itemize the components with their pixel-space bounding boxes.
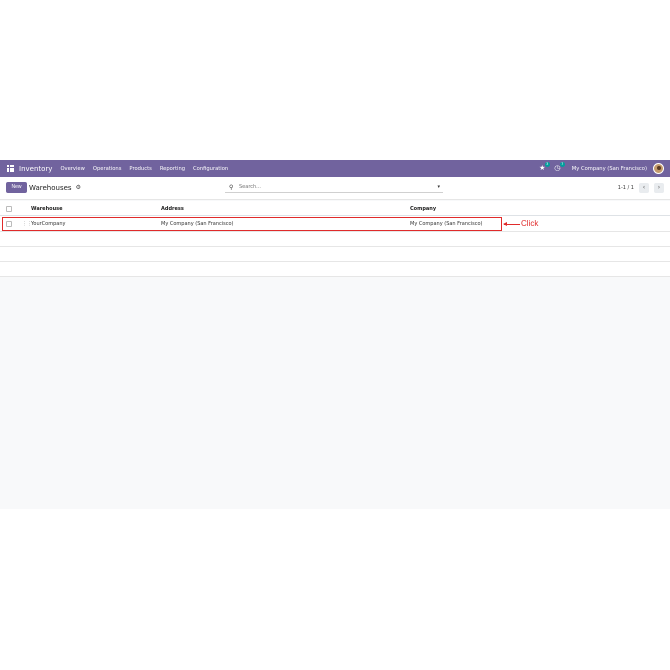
empty-row	[0, 247, 670, 262]
activity-clock-icon[interactable]: ◷ 7	[553, 162, 565, 173]
menu-reporting[interactable]: Reporting	[160, 166, 185, 172]
cell-address[interactable]: My Company (San Francisco)	[161, 221, 234, 227]
pager: 1-1 / 1 ‹ ›	[618, 182, 664, 193]
top-navbar: Inventory Overview Operations Products R…	[0, 160, 670, 177]
pager-next-icon[interactable]: ›	[654, 182, 664, 193]
user-avatar[interactable]	[653, 163, 664, 174]
menu-configuration[interactable]: Configuration	[193, 166, 228, 172]
pager-value[interactable]: 1-1 / 1	[618, 185, 634, 191]
cell-warehouse[interactable]: YourCompany	[31, 221, 65, 227]
empty-row	[0, 262, 670, 277]
apps-menu-icon[interactable]	[7, 165, 14, 172]
app-window: Inventory Overview Operations Products R…	[0, 160, 670, 509]
page-title: Warehouses	[29, 183, 72, 192]
navbar-systray: ★ 3 ◷ 7 My Company (San Francisco)	[538, 160, 664, 177]
empty-row	[0, 232, 670, 247]
gear-icon[interactable]: ⚙	[76, 184, 81, 191]
search-bar: ⚲ ▾	[225, 182, 443, 193]
warehouse-list: Warehouse Address Company ⋮⋮ YourCompany…	[0, 201, 670, 277]
cell-company[interactable]: My Company (San Francisco)	[410, 221, 483, 227]
company-switcher[interactable]: My Company (San Francisco)	[572, 166, 647, 172]
table-row[interactable]: ⋮⋮ YourCompany My Company (San Francisco…	[0, 216, 670, 232]
column-header-warehouse[interactable]: Warehouse	[31, 206, 63, 212]
activity-badge: 7	[559, 162, 565, 167]
menu-products[interactable]: Products	[129, 166, 151, 172]
app-name[interactable]: Inventory	[19, 165, 52, 173]
new-button[interactable]: New	[6, 182, 27, 193]
chat-icon[interactable]: ★ 3	[538, 162, 550, 173]
search-options-toggle-icon[interactable]: ▾	[437, 184, 440, 190]
search-input[interactable]	[239, 184, 429, 190]
chat-badge: 3	[544, 162, 550, 167]
control-panel: New Warehouses ⚙ ⚲ ▾ 1-1 / 1 ‹ ›	[0, 177, 670, 200]
select-all-checkbox[interactable]	[6, 206, 12, 212]
column-header-address[interactable]: Address	[161, 206, 184, 212]
table-header: Warehouse Address Company	[0, 201, 670, 216]
column-header-company[interactable]: Company	[410, 206, 436, 212]
menu-overview[interactable]: Overview	[60, 166, 84, 172]
search-icon: ⚲	[229, 183, 234, 191]
breadcrumb: Warehouses ⚙	[29, 182, 81, 193]
pager-previous-icon[interactable]: ‹	[639, 182, 649, 193]
menu-operations[interactable]: Operations	[93, 166, 122, 172]
click-annotation-label: Click	[521, 219, 539, 228]
row-checkbox[interactable]	[6, 221, 12, 227]
annotation-arrow-line	[504, 224, 520, 225]
